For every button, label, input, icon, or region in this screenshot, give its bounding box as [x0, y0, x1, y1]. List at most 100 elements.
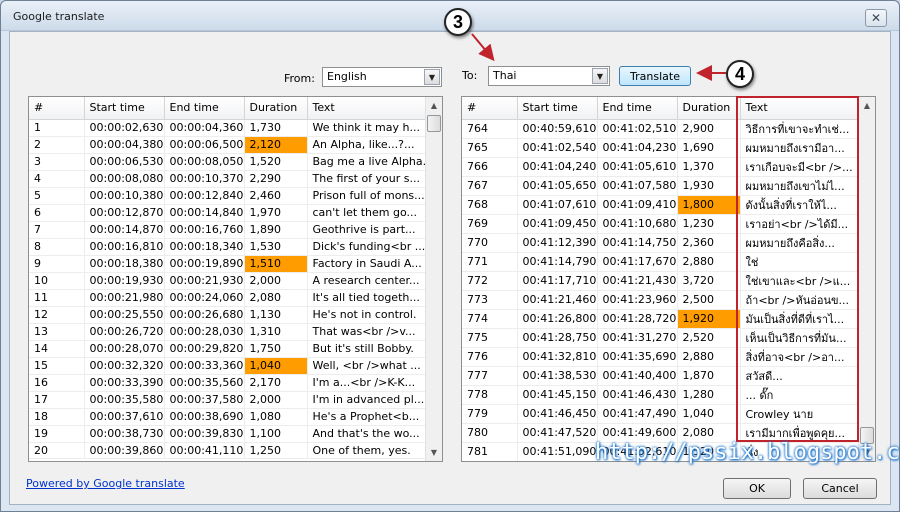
cell-start-time[interactable]: 00:41:09,450 — [517, 214, 598, 234]
cell-text[interactable]: I'm a...<br />K-K... — [307, 374, 426, 392]
cell-start-time[interactable]: 00:00:28,070 — [84, 340, 165, 358]
cell-end-time[interactable]: 00:00:04,360 — [164, 119, 245, 137]
cell-end-time[interactable]: 00:41:23,960 — [597, 290, 678, 310]
cell-start-time[interactable]: 00:00:32,320 — [84, 357, 165, 375]
table-row[interactable]: 769 00:41:09,450 00:41:10,680 1,230 เราอย่า<… — [462, 214, 859, 234]
cell-text[interactable]: มันเป็นสิ่งที่ดีที่เราไ... — [740, 309, 859, 329]
cell-number[interactable]: 17 — [29, 391, 85, 409]
cell-duration[interactable]: 1,100 — [244, 425, 308, 443]
cell-duration[interactable]: 2,900 — [677, 119, 741, 139]
cell-duration[interactable]: 2,080 — [244, 289, 308, 307]
cell-number[interactable]: 20 — [29, 442, 85, 459]
cell-text[interactable]: ผมหมายถึงคือสิ่ง... — [740, 233, 859, 253]
table-row[interactable]: 10 00:00:19,930 00:00:21,930 2,000 A researc… — [29, 272, 426, 290]
table-row[interactable]: 7 00:00:14,870 00:00:16,760 1,890 Geothrive … — [29, 221, 426, 239]
cell-start-time[interactable]: 00:00:10,380 — [84, 187, 165, 205]
cell-text[interactable]: It's all tied togeth... — [307, 289, 426, 307]
cell-text[interactable]: Prison full of mons... — [307, 187, 426, 205]
cell-end-time[interactable]: 00:41:47,490 — [597, 404, 678, 424]
cell-end-time[interactable]: 00:00:39,830 — [164, 425, 245, 443]
table-row[interactable]: 774 00:41:26,800 00:41:28,720 1,920 มันเป็นส… — [462, 309, 859, 329]
table-row[interactable]: 2 00:00:04,380 00:00:06,500 2,120 An Alpha, … — [29, 136, 426, 154]
cell-duration[interactable]: 2,880 — [677, 347, 741, 367]
cell-end-time[interactable]: 00:41:28,720 — [597, 309, 678, 329]
table-row[interactable]: 778 00:41:45,150 00:41:46,430 1,280... ดั๊ก — [462, 385, 859, 405]
cell-text[interactable]: เราอย่า<br />ได้มี... — [740, 214, 859, 234]
table-row[interactable]: 773 00:41:21,460 00:41:23,960 2,500 ถ้า<br /… — [462, 290, 859, 310]
cell-start-time[interactable]: 00:41:55,240 — [517, 461, 597, 462]
column-header-text[interactable]: Text — [307, 97, 426, 120]
cell-number[interactable]: 764 — [462, 119, 518, 139]
cell-text[interactable]: ดังนั้นสิ่งที่เราให้ไ... — [740, 195, 859, 215]
cell-number[interactable]: 4 — [29, 170, 85, 188]
cell-duration[interactable]: 1,920 — [677, 309, 741, 329]
cell-number[interactable]: 14 — [29, 340, 85, 358]
to-language-select[interactable]: Thai ▼ — [488, 66, 610, 86]
cell-end-time[interactable]: 00:00:06,500 — [164, 136, 245, 154]
cell-end-time[interactable]: 00:41:31,270 — [597, 328, 678, 348]
cell-number[interactable]: 780 — [462, 423, 518, 443]
cell-text[interactable]: Geothrive is part... — [307, 221, 426, 239]
cell-start-time[interactable]: 00:00:16,810 — [84, 238, 165, 256]
cell-end-time[interactable]: 00:00:33,360 — [164, 357, 245, 375]
cell-duration[interactable]: 1,130 — [244, 306, 308, 324]
cell-number[interactable]: 18 — [29, 408, 85, 426]
cell-number[interactable]: 777 — [462, 366, 518, 386]
cell-text[interactable]: Bag me a live Alpha. — [307, 153, 426, 171]
cell-duration[interactable]: 1,730 — [244, 119, 308, 137]
cell-text[interactable]: But it's still Bobby. — [307, 340, 426, 358]
cell-number[interactable]: 1 — [29, 119, 85, 137]
cell-start-time[interactable]: 00:00:06,530 — [84, 153, 165, 171]
cell-number[interactable]: 3 — [29, 153, 85, 171]
cell-end-time[interactable]: 00:41:35,690 — [597, 347, 678, 367]
cell-start-time[interactable]: 00:41:05,650 — [517, 176, 598, 196]
cell-number[interactable]: 5 — [29, 187, 85, 205]
table-row[interactable]: 776 00:41:32,810 00:41:35,690 2,880 สิ่งที่อ… — [462, 347, 859, 367]
cell-duration[interactable]: 2,500 — [677, 290, 741, 310]
cell-number[interactable]: 8 — [29, 238, 85, 256]
cell-start-time[interactable]: 00:41:12,390 — [517, 233, 598, 253]
cell-end-time[interactable]: 00:00:14,840 — [164, 204, 245, 222]
cell-start-time[interactable]: 00:00:18,380 — [84, 255, 165, 273]
cell-number[interactable]: 771 — [462, 252, 518, 272]
cell-start-time[interactable]: 00:00:37,610 — [84, 408, 165, 426]
cell-text[interactable]: ใช่เขาและ<br />แ... — [740, 271, 859, 291]
table-row[interactable]: 15 00:00:32,320 00:00:33,360 1,040 Well, <br… — [29, 357, 426, 375]
cell-number[interactable]: 776 — [462, 347, 518, 367]
table-row[interactable]: 12 00:00:25,550 00:00:26,680 1,130 He's not … — [29, 306, 426, 324]
cell-number[interactable]: 9 — [29, 255, 85, 273]
chevron-down-icon[interactable]: ▼ — [424, 69, 440, 85]
cell-start-time[interactable]: 00:41:47,520 — [517, 423, 598, 443]
table-row[interactable]: 777 00:41:38,530 00:41:40,400 1,870 สวัสดี..… — [462, 366, 859, 386]
cell-text[interactable]: An Alpha, like...?... — [307, 136, 426, 154]
cell-text[interactable]: can't let them go... — [307, 204, 426, 222]
cell-text[interactable]: We think it may h... — [307, 119, 426, 137]
cell-number[interactable]: 768 — [462, 195, 518, 215]
powered-by-google-link[interactable]: Powered by Google translate — [26, 477, 185, 490]
cell-number[interactable]: 779 — [462, 404, 518, 424]
ok-button[interactable]: OK — [723, 478, 791, 499]
cell-text[interactable]: A research center... — [307, 272, 426, 290]
cell-number[interactable]: 775 — [462, 328, 518, 348]
cell-duration[interactable]: 1,530 — [244, 238, 308, 256]
column-header-duration[interactable]: Duration — [677, 97, 741, 120]
table-row[interactable]: 771 00:41:14,790 00:41:17,670 2,880 ใช่ — [462, 252, 859, 272]
cell-text[interactable]: เราเกือบจะมี<br />... — [740, 157, 859, 177]
column-header-number[interactable]: # — [462, 97, 518, 120]
table-row[interactable]: 779 00:41:46,450 00:41:47,490 1,040 Crowley … — [462, 404, 859, 424]
table-row[interactable]: 3 00:00:06,530 00:00:08,050 1,520 Bag me a l… — [29, 153, 426, 171]
cell-start-time[interactable]: 00:00:12,870 — [84, 204, 165, 222]
table-row[interactable]: 17 00:00:35,580 00:00:37,580 2,000 I'm in ad… — [29, 391, 426, 409]
cell-duration[interactable]: 1,750 — [244, 340, 308, 358]
column-header-number[interactable]: # — [29, 97, 85, 120]
cell-duration[interactable]: 1,080 — [244, 408, 308, 426]
cell-end-time[interactable]: 00:41:05,610 — [597, 157, 678, 177]
cell-end-time[interactable]: 00:41:21,430 — [597, 271, 678, 291]
from-language-select[interactable]: English ▼ — [322, 67, 442, 87]
cell-start-time[interactable]: 00:00:39,860 — [84, 442, 165, 459]
cell-start-time[interactable]: 00:00:35,580 — [84, 391, 165, 409]
table-row[interactable]: 8 00:00:16,810 00:00:18,340 1,530 Dick's fun… — [29, 238, 426, 256]
cell-end-time[interactable]: 00:41:40,400 — [597, 366, 678, 386]
cell-number[interactable]: 16 — [29, 374, 85, 392]
cell-start-time[interactable]: 00:41:38,530 — [517, 366, 598, 386]
